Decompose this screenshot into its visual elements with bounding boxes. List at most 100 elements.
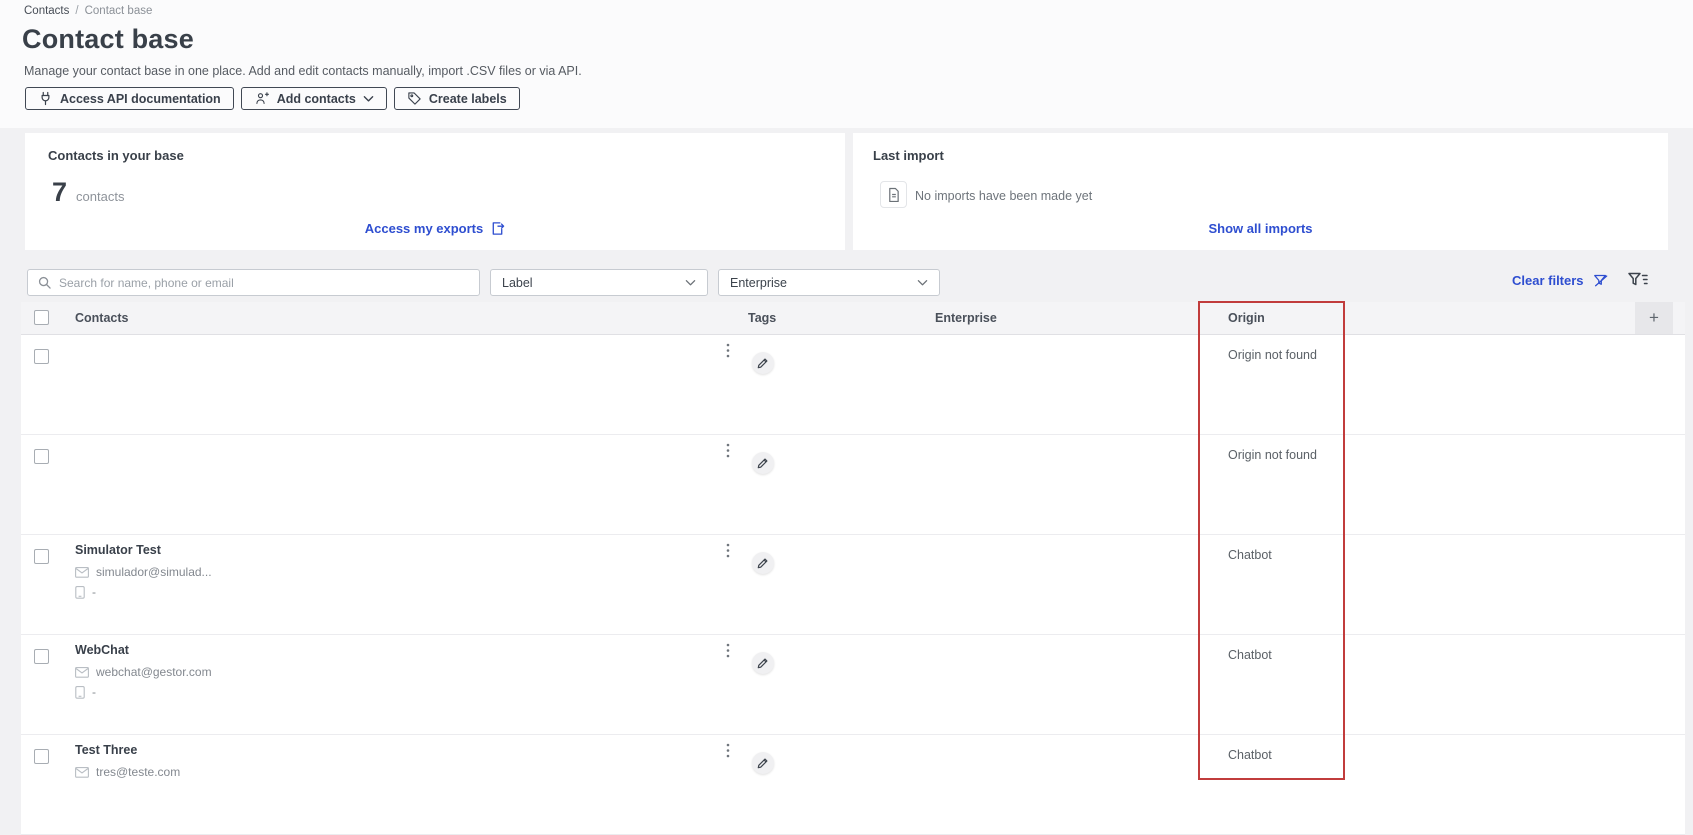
add-contacts-button[interactable]: Add contacts — [240, 87, 387, 110]
table-body: Origin not found Origin not found Simula… — [21, 335, 1685, 835]
plug-icon — [41, 91, 50, 106]
breadcrumb: Contacts / Contact base — [24, 5, 152, 17]
row-checkbox[interactable] — [34, 549, 49, 564]
contacts-count: 7 contacts — [52, 177, 124, 208]
contact-email: webchat@gestor.com — [96, 665, 212, 679]
edit-tags-button[interactable] — [752, 552, 774, 574]
pencil-icon — [757, 358, 768, 369]
pencil-icon — [757, 658, 768, 669]
contact-email: simulador@simulad... — [96, 565, 212, 579]
label-filter-value: Label — [502, 275, 533, 290]
enterprise-filter-dropdown[interactable]: Enterprise — [718, 269, 940, 296]
contact-phone: - — [92, 685, 96, 699]
add-column-button[interactable]: + — [1635, 302, 1673, 334]
contact-phone: - — [92, 585, 96, 599]
contacts-count-label: contacts — [76, 189, 125, 204]
table-row: Simulator Test simulador@simulad... - Ch… — [21, 535, 1685, 635]
table-row: Origin not found — [21, 335, 1685, 435]
table-header: Contacts Tags Enterprise Origin + — [21, 302, 1685, 335]
envelope-icon — [75, 566, 89, 578]
breadcrumb-separator: / — [75, 5, 79, 17]
filter-settings-button[interactable] — [1627, 270, 1649, 292]
origin-value: Origin not found — [1228, 448, 1317, 462]
contact-phone-row: - — [75, 685, 212, 699]
contact-name: Test Three — [75, 743, 138, 757]
search-input[interactable] — [59, 275, 469, 290]
page-description: Manage your contact base in one place. A… — [24, 64, 582, 78]
show-all-imports-link[interactable]: Show all imports — [853, 221, 1668, 236]
pencil-icon — [757, 458, 768, 469]
last-import-title: Last import — [873, 148, 944, 163]
create-labels-button[interactable]: Create labels — [393, 87, 520, 110]
person-plus-icon — [256, 92, 269, 104]
breadcrumb-contacts[interactable]: Contacts — [24, 5, 69, 17]
row-checkbox[interactable] — [34, 449, 49, 464]
import-file-icon-box — [880, 181, 907, 208]
kebab-icon — [726, 343, 730, 358]
row-menu-button[interactable] — [721, 643, 735, 661]
access-my-exports-link[interactable]: Access my exports — [25, 221, 845, 236]
label-filter-dropdown[interactable]: Label — [490, 269, 708, 296]
pencil-icon — [757, 758, 768, 769]
contacts-in-base-title: Contacts in your base — [48, 148, 184, 163]
contact-email-row: tres@teste.com — [75, 765, 180, 779]
access-my-exports-label: Access my exports — [364, 221, 484, 236]
row-checkbox[interactable] — [34, 349, 49, 364]
access-api-documentation-label: Access API documentation — [60, 91, 221, 106]
row-menu-button[interactable] — [721, 443, 735, 461]
envelope-icon — [75, 666, 89, 678]
kebab-icon — [726, 643, 730, 658]
kebab-icon — [726, 443, 730, 458]
row-menu-button[interactable] — [721, 543, 735, 561]
row-checkbox[interactable] — [34, 649, 49, 664]
mobile-phone-icon — [75, 585, 85, 599]
breadcrumb-contact-base: Contact base — [84, 5, 153, 17]
contact-search — [27, 269, 480, 296]
contact-cell: Simulator Test simulador@simulad... - — [75, 543, 212, 599]
contacts-count-number: 7 — [52, 177, 68, 207]
row-menu-button[interactable] — [721, 743, 735, 761]
pencil-icon — [757, 558, 768, 569]
edit-tags-button[interactable] — [752, 352, 774, 374]
clear-filters-label: Clear filters — [1512, 272, 1584, 288]
export-icon — [492, 222, 505, 235]
contacts-table: Contacts Tags Enterprise Origin + Origin… — [21, 302, 1685, 835]
column-header-tags: Tags — [748, 311, 777, 325]
access-api-documentation-button[interactable]: Access API documentation — [25, 87, 234, 110]
table-row: Origin not found — [21, 435, 1685, 535]
contact-phone-row: - — [75, 585, 212, 599]
chevron-down-icon — [917, 279, 928, 285]
chevron-down-icon — [363, 95, 374, 102]
clear-filters-link[interactable]: Clear filters — [1512, 272, 1609, 288]
mobile-phone-icon — [75, 685, 85, 699]
row-checkbox[interactable] — [34, 749, 49, 764]
create-labels-label: Create labels — [428, 91, 507, 106]
contacts-in-base-card: Contacts in your base 7 contacts Access … — [25, 133, 845, 250]
origin-value: Origin not found — [1228, 348, 1317, 362]
show-all-imports-label: Show all imports — [1208, 221, 1313, 236]
column-header-enterprise: Enterprise — [935, 311, 997, 325]
row-menu-button[interactable] — [721, 343, 735, 361]
origin-value: Chatbot — [1228, 548, 1272, 562]
tag-icon — [408, 92, 421, 105]
edit-tags-button[interactable] — [752, 452, 774, 474]
edit-tags-button[interactable] — [752, 652, 774, 674]
no-imports-message: No imports have been made yet — [915, 189, 1093, 203]
table-row: Test Three tres@teste.com Chatbot — [21, 735, 1685, 835]
file-icon — [889, 187, 899, 202]
page-title: Contact base — [22, 24, 194, 54]
origin-value: Chatbot — [1228, 748, 1272, 762]
edit-tags-button[interactable] — [752, 752, 774, 774]
select-all-checkbox[interactable] — [34, 310, 49, 325]
contact-cell: Test Three tres@teste.com — [75, 743, 180, 779]
funnel-lines-icon — [1628, 272, 1648, 286]
contact-email-row: webchat@gestor.com — [75, 665, 212, 679]
page-header: Contacts / Contact base Contact base Man… — [0, 0, 1693, 128]
kebab-icon — [726, 543, 730, 558]
table-row: WebChat webchat@gestor.com - Chatbot — [21, 635, 1685, 735]
search-icon — [38, 276, 51, 289]
contact-cell: WebChat webchat@gestor.com - — [75, 643, 212, 699]
contact-name: WebChat — [75, 643, 129, 657]
chevron-down-icon — [685, 279, 696, 285]
contact-name: Simulator Test — [75, 543, 161, 557]
